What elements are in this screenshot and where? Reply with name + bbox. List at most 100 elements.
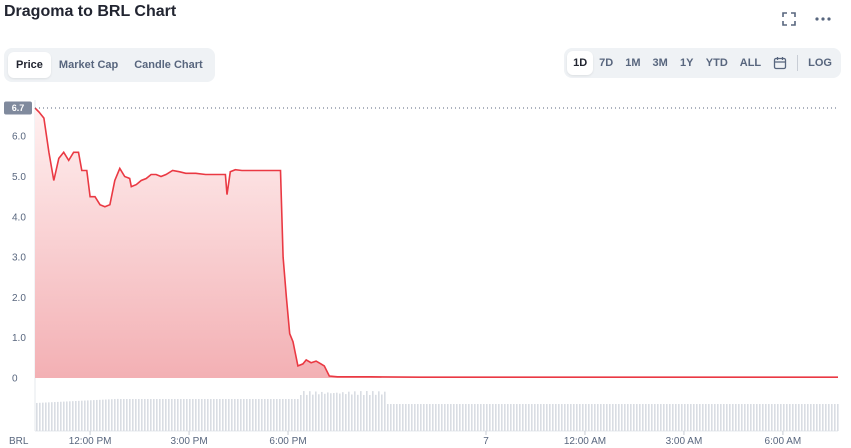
volume-bar <box>618 404 620 431</box>
range-1y[interactable]: 1Y <box>674 51 700 75</box>
more-icon[interactable] <box>812 10 834 28</box>
volume-bar <box>81 400 83 431</box>
volume-bar <box>552 404 554 431</box>
volume-bar <box>57 401 59 431</box>
volume-bar <box>465 404 467 431</box>
volume-bar <box>801 404 803 431</box>
volume-bar <box>375 394 377 431</box>
volume-bar <box>714 404 716 431</box>
tab-price[interactable]: Price <box>8 52 51 78</box>
volume-bar <box>285 399 287 431</box>
volume-bar <box>573 404 575 431</box>
volume-bar <box>732 404 734 431</box>
volume-bar <box>606 404 608 431</box>
volume-bar <box>66 401 68 431</box>
volume-bar <box>240 399 242 431</box>
volume-bar <box>372 391 374 431</box>
volume-bar <box>516 404 518 431</box>
calendar-icon[interactable] <box>767 51 793 75</box>
volume-bar <box>816 404 818 431</box>
x-tick-label: 3:00 AM <box>666 436 703 447</box>
volume-bar <box>669 404 671 431</box>
volume-bar <box>138 399 140 431</box>
volume-bar <box>711 404 713 431</box>
volume-bar <box>597 404 599 431</box>
volume-bar <box>105 399 107 431</box>
volume-bar <box>177 399 179 431</box>
volume-bar <box>831 404 833 431</box>
volume-bar <box>645 404 647 431</box>
volume-bar <box>249 399 251 431</box>
fullscreen-icon[interactable] <box>778 10 800 28</box>
volume-bar <box>342 392 344 431</box>
range-1d[interactable]: 1D <box>567 51 594 75</box>
volume-bar <box>672 404 674 431</box>
volume-bar <box>453 404 455 431</box>
volume-bar <box>309 391 311 431</box>
volume-bar <box>741 404 743 431</box>
log-scale-toggle[interactable]: LOG <box>802 51 838 75</box>
volume-bar <box>537 404 539 431</box>
x-tick-label: 12:00 AM <box>564 436 606 447</box>
volume-bar <box>297 399 299 431</box>
volume-bar <box>411 404 413 431</box>
current-price-marker: 6.7 <box>4 101 838 115</box>
volume-bar <box>696 404 698 431</box>
volume-bar <box>168 399 170 431</box>
tab-candle-chart[interactable]: Candle Chart <box>126 52 210 78</box>
volume-bar <box>321 391 323 431</box>
range-7d[interactable]: 7D <box>593 51 619 75</box>
volume-bar <box>336 392 338 431</box>
volume-bar <box>615 404 617 431</box>
coinmarketcap-logo-icon: CoinMarketCap <box>705 324 823 342</box>
range-ytd[interactable]: YTD <box>700 51 734 75</box>
volume-bar <box>42 402 44 431</box>
volume-bar <box>183 399 185 431</box>
range-3m[interactable]: 3M <box>646 51 673 75</box>
volume-bar <box>828 404 830 431</box>
volume-bar <box>663 404 665 431</box>
chart-type-tabs: Price Market Cap Candle Chart <box>4 48 215 82</box>
volume-bar <box>489 404 491 431</box>
volume-bar <box>480 404 482 431</box>
volume-bar <box>750 404 752 431</box>
volume-bar <box>780 404 782 431</box>
volume-bar <box>117 398 119 431</box>
range-1m[interactable]: 1M <box>619 51 646 75</box>
volume-bar <box>786 404 788 431</box>
volume-bar <box>576 404 578 431</box>
volume-bar <box>759 404 761 431</box>
range-all[interactable]: ALL <box>734 51 767 75</box>
volume-bar <box>825 404 827 431</box>
x-tick-label: 12:00 PM <box>69 436 112 447</box>
volume-bar <box>756 404 758 431</box>
volume-bar <box>270 399 272 431</box>
volume-bar <box>384 391 386 431</box>
tab-market-cap[interactable]: Market Cap <box>51 52 126 78</box>
volume-bar <box>792 404 794 431</box>
volume-bar <box>351 394 353 431</box>
volume-bar <box>222 399 224 431</box>
volume-bar <box>564 404 566 431</box>
x-tick-label: 3:00 PM <box>170 436 207 447</box>
volume-bar <box>390 404 392 431</box>
volume-bar <box>393 404 395 431</box>
volume-bar <box>483 404 485 431</box>
volume-bar <box>243 399 245 431</box>
volume-bar <box>519 404 521 431</box>
volume-bar <box>171 399 173 431</box>
volume-bar <box>387 404 389 431</box>
volume-bar <box>504 404 506 431</box>
volume-bar <box>726 404 728 431</box>
volume-bar <box>123 399 125 431</box>
volume-bar <box>267 399 269 431</box>
volume-bar <box>438 404 440 431</box>
volume-bar <box>522 404 524 431</box>
volume-bar <box>795 404 797 431</box>
volume-bar <box>324 393 326 431</box>
range-divider <box>797 55 799 71</box>
volume-bar <box>69 401 71 431</box>
volume-bar <box>507 404 509 431</box>
volume-bar <box>717 404 719 431</box>
x-tick-label: 6:00 PM <box>269 436 306 447</box>
